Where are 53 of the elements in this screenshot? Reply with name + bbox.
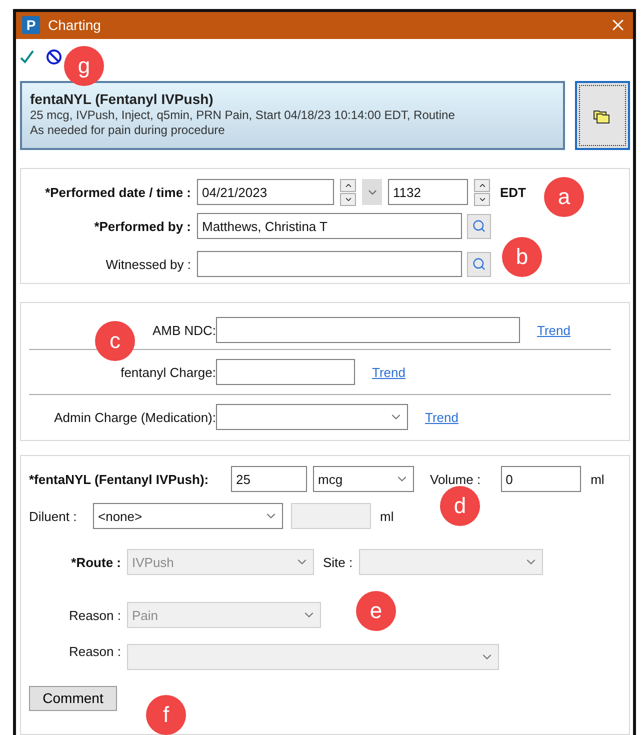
field-label: Admin Charge (Medication): [53,410,216,424]
cancel-icon[interactable] [46,49,62,66]
time-zone: EDT [500,184,526,200]
time-spinner[interactable] [474,178,490,206]
trend-link[interactable]: Trend [537,322,570,338]
field-label: Volume : [430,472,481,486]
charge-field[interactable] [216,359,355,385]
callout-marker: g [64,46,104,86]
folder-button[interactable] [575,81,630,150]
charge-dropdown[interactable] [216,404,408,430]
field-label: Reason : [68,644,121,659]
person-field[interactable] [197,251,462,277]
unit-dropdown[interactable]: mcg [313,466,414,492]
search-icon [472,257,486,271]
field-label: AMB NDC: [151,322,216,338]
app-icon: P [22,16,40,34]
callout-marker: a [544,177,584,217]
trend-link[interactable]: Trend [425,410,458,424]
diluent-dropdown[interactable]: <none> [93,503,283,529]
field-label: *Performed by : [93,218,191,234]
search-button[interactable] [467,214,491,238]
order-title: fentaNYL (Fentanyl IVPush) [30,91,214,107]
folders-icon [592,108,612,124]
volume-field[interactable]: 0 [500,466,581,492]
callout-marker: f [146,695,186,735]
field-label: fentanyl Charge: [120,364,216,380]
field-label: Reason : [68,608,121,622]
amount-field[interactable]: 25 [231,466,307,492]
callout-marker: e [356,591,396,631]
field-label: *Route : [70,554,121,570]
search-button[interactable] [467,252,491,276]
window-title: Charting [48,17,102,34]
checkmark-icon[interactable] [20,50,34,64]
unit-label: ml [590,472,604,486]
charge-field[interactable] [216,317,520,343]
field-label: Diluent : [29,508,78,524]
comment-button[interactable]: Comment [29,686,117,710]
callout-marker: b [502,237,542,277]
field-label: *fentaNYL (Fentanyl IVPush): [29,472,210,486]
callout-marker: c [95,321,135,361]
field-label: *Performed date / time : [44,184,191,200]
callout-marker: d [440,486,480,526]
date-field[interactable]: 04/21/2023 [197,179,334,205]
date-spinner[interactable] [340,178,356,206]
time-field[interactable]: 1132 [388,179,468,205]
order-note: As needed for pain during procedure [30,123,226,137]
trend-link[interactable]: Trend [372,364,406,380]
field-label: Site : [323,554,353,570]
field-label: Witnessed by : [104,256,191,272]
unit-label: ml [380,508,394,524]
order-details: 25 mcg, IVPush, Inject, q5min, PRN Pain, Start 04/18/23 10:14:00 EDT, Routine [30,108,456,122]
search-icon [472,219,486,233]
person-field[interactable]: Matthews, Christina T [197,213,462,239]
